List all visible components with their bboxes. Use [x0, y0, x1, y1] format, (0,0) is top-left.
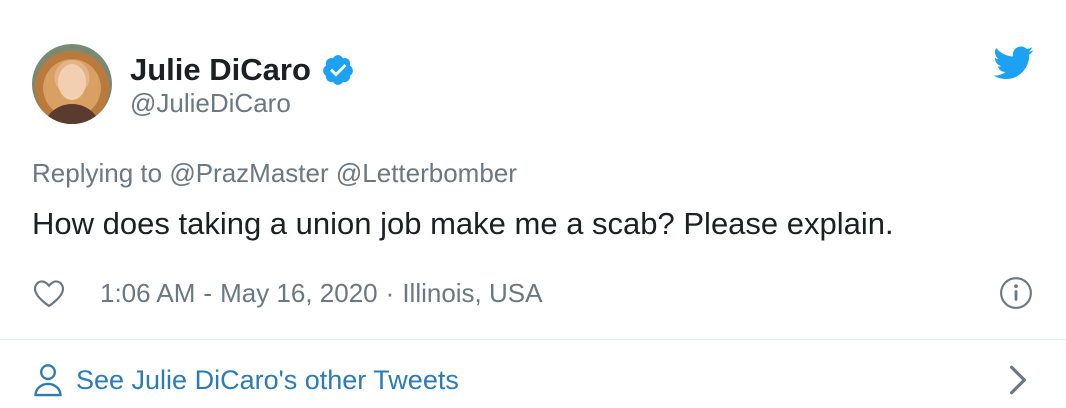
avatar-face: [58, 64, 86, 100]
avatar-shoulders: [42, 104, 102, 124]
verified-badge-icon: [323, 55, 353, 85]
time-date-separator: -: [203, 277, 213, 308]
info-icon[interactable]: [999, 276, 1033, 310]
tweet-text: How does taking a union job make me a sc…: [32, 206, 894, 241]
author-handle[interactable]: @JulieDiCaro: [130, 88, 291, 119]
heart-icon[interactable]: [32, 278, 66, 308]
replying-to-label: Replying to: [32, 158, 163, 188]
avatar[interactable]: [32, 44, 112, 124]
tweet-meta-row: 1:06 AM - May 16, 2020 · Illinois, USA: [32, 276, 542, 310]
tweet-date[interactable]: May 16, 2020: [220, 278, 378, 309]
author-name-row: Julie DiCaro: [130, 50, 355, 90]
tweet-card: Julie DiCaro @JulieDiCaro Replying to @P…: [0, 0, 1066, 408]
replying-to-row: Replying to @PrazMaster @Letterbomber: [32, 158, 517, 189]
person-icon: [34, 364, 62, 397]
author-display-name[interactable]: Julie DiCaro: [130, 52, 311, 88]
other-tweets-label[interactable]: See Julie DiCaro's other Tweets: [76, 365, 459, 396]
tweet-location[interactable]: Illinois, USA: [402, 278, 542, 309]
mention-prazmaster[interactable]: @PrazMaster: [169, 158, 328, 188]
footer-divider: [0, 339, 1066, 340]
mention-letterbomber[interactable]: @Letterbomber: [336, 158, 517, 188]
chevron-right-icon[interactable]: [1008, 364, 1028, 396]
tweet-time[interactable]: 1:06 AM: [100, 278, 195, 309]
date-location-separator: ·: [385, 277, 395, 308]
twitter-bird-icon[interactable]: [994, 46, 1034, 80]
other-tweets-link[interactable]: See Julie DiCaro's other Tweets: [32, 362, 459, 398]
